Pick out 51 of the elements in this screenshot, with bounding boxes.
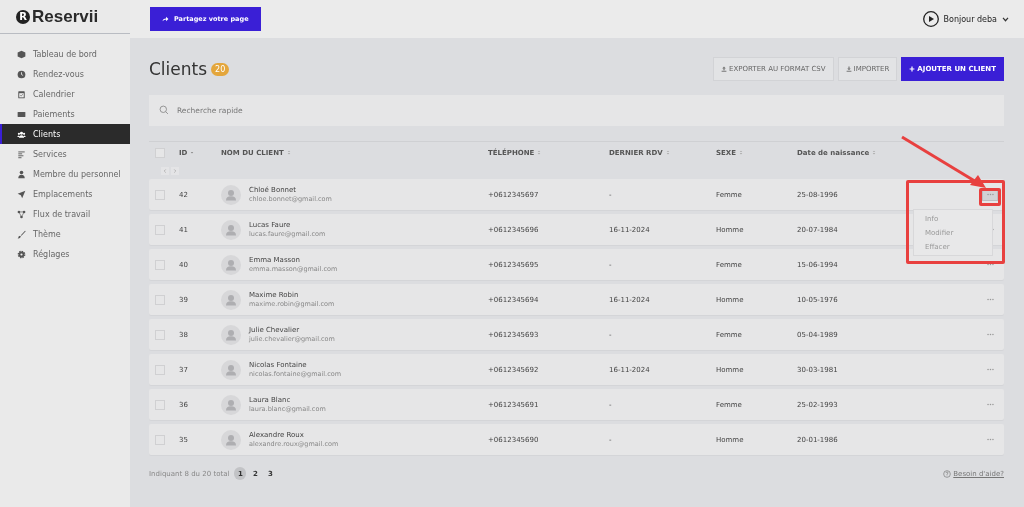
avatar-icon: [221, 254, 241, 275]
more-icon: [986, 298, 994, 301]
users-icon: [17, 129, 26, 139]
clock-icon: [17, 69, 26, 79]
sidebar-item[interactable]: Services: [0, 144, 130, 164]
scroll-left-icon: [161, 166, 169, 175]
avatar-icon: [221, 394, 241, 415]
sidebar-item[interactable]: Clients: [0, 124, 130, 144]
help-icon: [943, 469, 952, 478]
count-badge: 20: [211, 62, 230, 76]
more-icon: [986, 438, 994, 441]
avatar-icon: [221, 429, 241, 450]
more-icon: [986, 263, 994, 266]
avatar-icon: [221, 359, 241, 380]
person-icon: [17, 169, 26, 179]
brush-icon: [17, 229, 26, 239]
more-icon: [986, 333, 994, 336]
avatar-icon: [221, 184, 241, 205]
upload-icon: [721, 66, 728, 72]
scroll-right-icon: [171, 166, 179, 175]
plus-icon: [909, 66, 916, 72]
card-icon: [17, 109, 26, 119]
caret-icon[interactable]: [1002, 16, 1009, 22]
sidebar-item[interactable]: Membre du personnel: [0, 164, 130, 184]
avatar-icon: [221, 289, 241, 310]
logo-mark: R: [16, 9, 30, 24]
avatar-icon: [221, 324, 241, 345]
more-icon: [986, 193, 994, 196]
download-icon: [845, 66, 852, 72]
sidebar-item[interactable]: Thème: [0, 224, 130, 244]
more-icon: [986, 368, 994, 371]
gear-icon: [17, 249, 26, 259]
navigation-icon: [17, 189, 26, 199]
more-icon: [986, 403, 994, 406]
nodes-icon: [17, 209, 26, 219]
sidebar-item[interactable]: Réglages: [0, 244, 130, 264]
sidebar-item[interactable]: Emplacements: [0, 184, 130, 204]
search-icon: [159, 105, 169, 115]
calendar-icon: [17, 89, 26, 99]
list-icon: [17, 149, 26, 159]
sidebar-item[interactable]: Tableau de bord: [0, 44, 130, 64]
greeting[interactable]: Bonjour deba: [943, 14, 997, 24]
sidebar-item[interactable]: Flux de travail: [0, 204, 130, 224]
sidebar-item[interactable]: Paiements: [0, 104, 130, 124]
brand-name: Reservii: [32, 6, 99, 27]
cube-icon: [17, 49, 26, 59]
avatar-icon: [221, 219, 241, 240]
sidebar-item[interactable]: Calendrier: [0, 84, 130, 104]
page-title: Clients: [149, 59, 208, 79]
share-icon: [162, 16, 169, 22]
sidebar-item[interactable]: Rendez-vous: [0, 64, 130, 84]
